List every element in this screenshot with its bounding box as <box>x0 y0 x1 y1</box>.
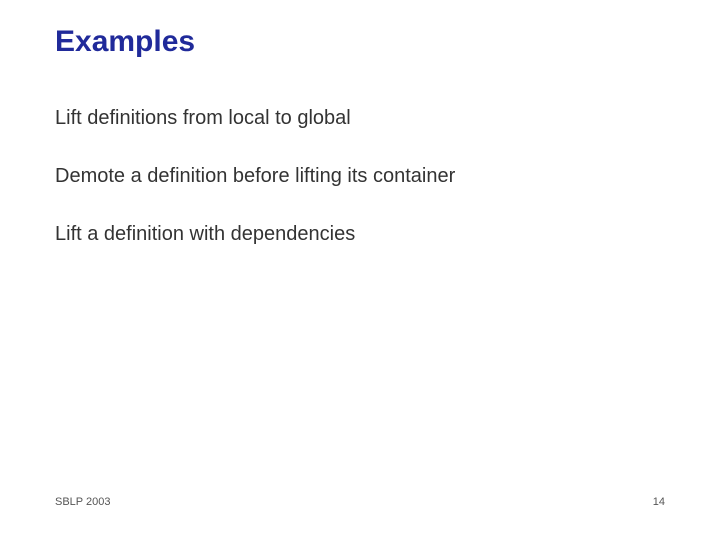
bullet-item: Demote a definition before lifting its c… <box>55 163 665 189</box>
slide-body: Lift definitions from local to global De… <box>55 105 665 279</box>
bullet-item: Lift definitions from local to global <box>55 105 665 131</box>
bullet-item: Lift a definition with dependencies <box>55 221 665 247</box>
page-number: 14 <box>653 496 665 508</box>
slide-title: Examples <box>55 25 195 59</box>
slide: Examples Lift definitions from local to … <box>0 0 720 540</box>
footer-left: SBLP 2003 <box>55 496 110 508</box>
